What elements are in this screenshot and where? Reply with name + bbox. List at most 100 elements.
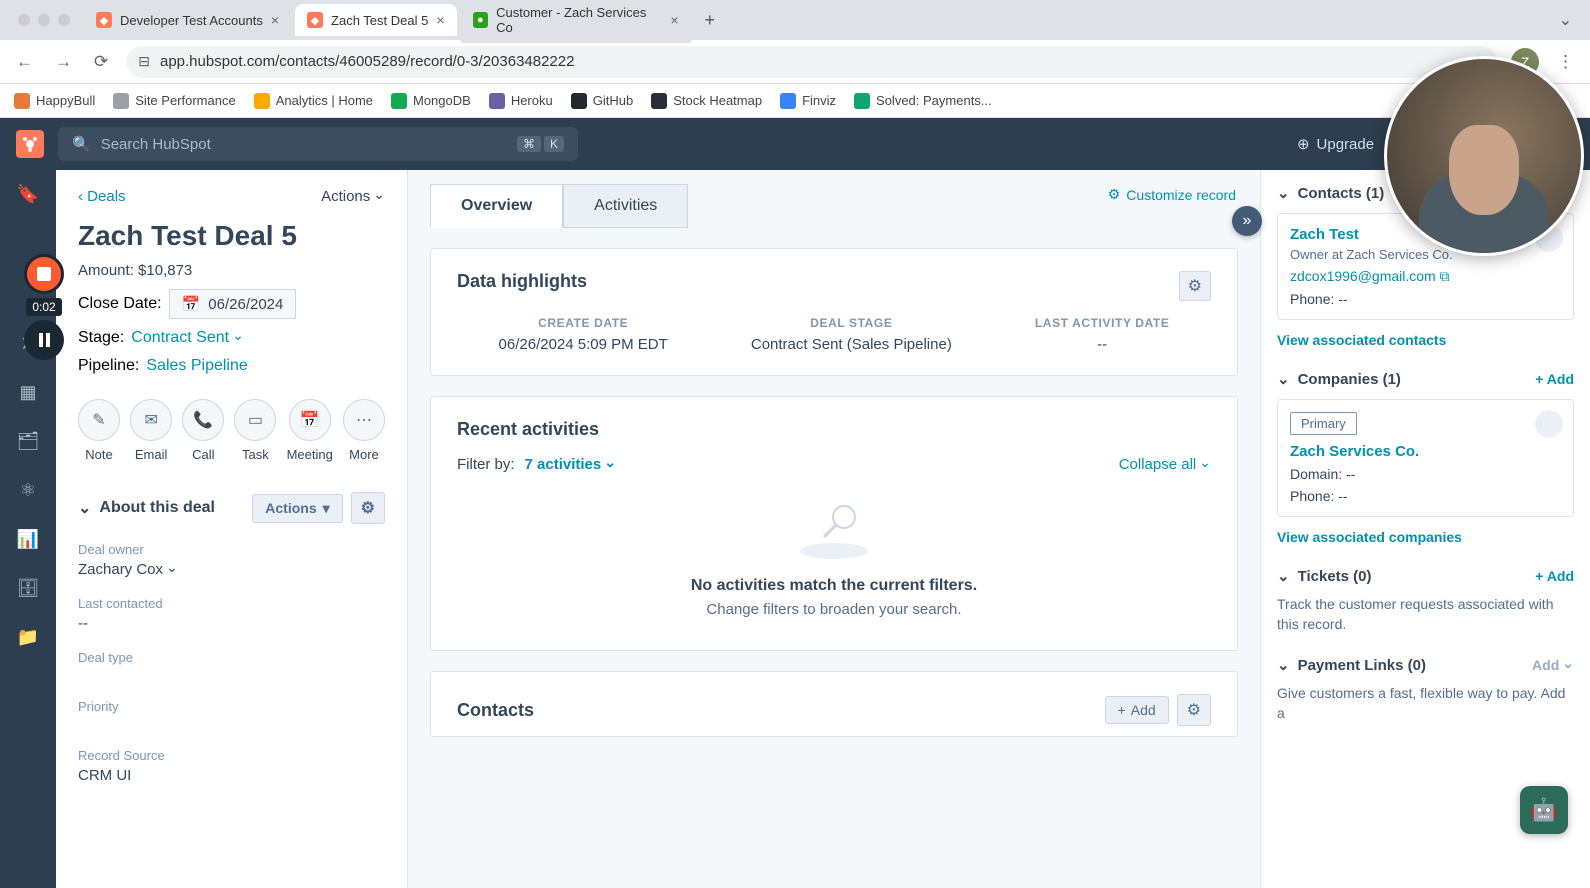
add-ticket-link[interactable]: + Add [1535, 568, 1574, 584]
hubspot-logo-icon[interactable] [16, 130, 44, 158]
browser-tab[interactable]: ◆ Developer Test Accounts × [84, 4, 291, 36]
chat-fab-button[interactable]: 🤖 [1520, 786, 1568, 834]
close-tab-icon[interactable]: × [271, 12, 279, 28]
new-tab-button[interactable]: + [695, 6, 726, 35]
deal-main-content: ⚙ Customize record » Overview Activities… [408, 170, 1260, 888]
payment-links-section-header[interactable]: ⌄ Payment Links (0) Add [1277, 656, 1574, 674]
view-associated-contacts-link[interactable]: View associated contacts [1277, 332, 1574, 348]
bookmark-item[interactable]: HappyBull [14, 93, 95, 109]
copy-icon[interactable]: ⧉ [1440, 268, 1450, 284]
upgrade-icon: ⊕ [1297, 135, 1310, 153]
browser-tab[interactable]: ● Customer - Zach Services Co × [461, 0, 691, 43]
search-shortcut: ⌘ K [517, 136, 564, 152]
tab-overflow-button[interactable]: ⌄ [1549, 6, 1582, 34]
site-info-icon[interactable]: ⊟ [138, 53, 150, 70]
automation-nav-icon[interactable]: ⚛ [20, 480, 36, 501]
browser-tab[interactable]: ◆ Zach Test Deal 5 × [295, 4, 457, 36]
field-label: Record Source [78, 748, 385, 763]
plus-icon: + [1118, 702, 1126, 718]
stop-recording-button[interactable] [24, 254, 64, 294]
collapse-right-panel-button[interactable]: » [1232, 206, 1262, 236]
bookmark-item[interactable]: Site Performance [113, 93, 235, 109]
chevron-down-icon: ⌄ [1277, 370, 1290, 388]
browser-tab-bar: ◆ Developer Test Accounts × ◆ Zach Test … [0, 0, 1590, 40]
url-bar[interactable]: ⊟ app.hubspot.com/contacts/46005289/reco… [126, 46, 1497, 78]
chevron-down-icon[interactable]: ⌄ [78, 498, 91, 518]
chevron-down-icon: ⌄ [1277, 567, 1290, 585]
data-nav-icon[interactable]: 🗄 [17, 578, 40, 599]
bookmark-item[interactable]: MongoDB [391, 93, 471, 109]
note-button[interactable]: ✎ [78, 399, 120, 441]
stage-label: Stage: [78, 329, 124, 347]
meeting-button[interactable]: 📅 [289, 399, 331, 441]
company-name-link[interactable]: Zach Services Co. [1290, 443, 1561, 460]
search-placeholder: Search HubSpot [101, 136, 211, 153]
deal-owner-dropdown[interactable]: Zachary Cox [78, 561, 178, 578]
back-button[interactable]: ← [12, 48, 37, 76]
more-button[interactable]: ⋯ [343, 399, 385, 441]
filter-dropdown[interactable]: 7 activities [525, 456, 616, 473]
bookmark-item[interactable]: Heroku [489, 93, 553, 109]
bookmark-item[interactable]: Analytics | Home [254, 93, 373, 109]
contact-email-link[interactable]: zdcox1996@gmail.com ⧉ [1290, 268, 1561, 285]
deal-title: Zach Test Deal 5 [78, 220, 385, 252]
global-search-input[interactable]: 🔍 Search HubSpot ⌘ K [58, 127, 578, 161]
companies-section-header[interactable]: ⌄ Companies (1) + Add [1277, 370, 1574, 388]
back-to-deals-link[interactable]: ‹ Deals [78, 188, 126, 205]
payments-description: Give customers a fast, flexible way to p… [1277, 684, 1574, 723]
reload-button[interactable]: ⟳ [90, 48, 112, 76]
collapse-all-dropdown[interactable]: Collapse all [1119, 456, 1211, 473]
view-associated-companies-link[interactable]: View associated companies [1277, 529, 1574, 545]
contacts-settings-button[interactable]: ⚙ [1177, 694, 1211, 726]
browser-menu-icon[interactable]: ⋮ [1553, 48, 1578, 76]
library-nav-icon[interactable]: 📁 [17, 627, 39, 648]
close-tab-icon[interactable]: × [436, 12, 444, 28]
reports-nav-icon[interactable]: 📊 [17, 529, 39, 550]
inbox-nav-icon[interactable]: 🗂 [17, 431, 40, 452]
pipeline-label: Pipeline: [78, 357, 139, 375]
highlight-value: Contract Sent (Sales Pipeline) [751, 336, 952, 353]
bookmark-icon [489, 93, 505, 109]
task-button[interactable]: ▭ [234, 399, 276, 441]
close-date-label: Close Date: [78, 295, 162, 313]
email-button[interactable]: ✉ [130, 399, 172, 441]
close-date-input[interactable]: 📅 06/26/2024 [169, 289, 297, 319]
forward-button[interactable]: → [51, 48, 76, 76]
recording-controls: 0:02 [24, 254, 64, 360]
bookmark-icon [391, 93, 407, 109]
amount-value: $10,873 [138, 262, 192, 279]
bookmark-item[interactable]: GitHub [571, 93, 633, 109]
bookmark-nav-icon[interactable]: 🔖 [17, 184, 39, 205]
customize-record-link[interactable]: ⚙ Customize record [1108, 186, 1236, 203]
card-title: Data highlights [457, 271, 1211, 292]
bookmark-item[interactable]: Solved: Payments... [854, 93, 992, 109]
recent-activities-card: Recent activities Filter by: 7 activitie… [430, 396, 1238, 651]
pause-recording-button[interactable] [24, 320, 64, 360]
call-button[interactable]: 📞 [182, 399, 224, 441]
data-highlights-card: ⚙ Data highlights CREATE DATE 06/26/2024… [430, 248, 1238, 376]
tickets-section-header[interactable]: ⌄ Tickets (0) + Add [1277, 567, 1574, 585]
content-nav-icon[interactable]: ▦ [19, 382, 36, 403]
webcam-overlay[interactable] [1384, 56, 1584, 256]
bookmark-item[interactable]: Finviz [780, 93, 836, 109]
close-tab-icon[interactable]: × [670, 12, 678, 28]
maximize-window-icon[interactable] [58, 14, 70, 26]
close-window-icon[interactable] [18, 14, 30, 26]
minimize-window-icon[interactable] [38, 14, 50, 26]
pipeline-link[interactable]: Sales Pipeline [146, 357, 247, 375]
empty-message: No activities match the current filters. [457, 577, 1211, 595]
tab-activities[interactable]: Activities [563, 184, 688, 228]
hubspot-favicon-icon: ◆ [96, 12, 112, 28]
add-payment-link-dropdown[interactable]: Add [1532, 657, 1574, 674]
tab-overview[interactable]: Overview [430, 184, 563, 228]
upgrade-button[interactable]: ⊕ Upgrade [1297, 135, 1374, 153]
highlights-settings-button[interactable]: ⚙ [1179, 271, 1211, 301]
bookmark-item[interactable]: Stock Heatmap [651, 93, 762, 109]
about-settings-button[interactable]: ⚙ [351, 492, 385, 524]
about-actions-dropdown[interactable]: Actions▾ [252, 494, 342, 523]
add-contact-button[interactable]: +Add [1105, 696, 1169, 724]
actions-dropdown[interactable]: Actions [321, 188, 385, 205]
stage-dropdown[interactable]: Contract Sent [131, 329, 244, 347]
highlight-label: LAST ACTIVITY DATE [1035, 316, 1170, 330]
add-company-link[interactable]: + Add [1535, 371, 1574, 387]
